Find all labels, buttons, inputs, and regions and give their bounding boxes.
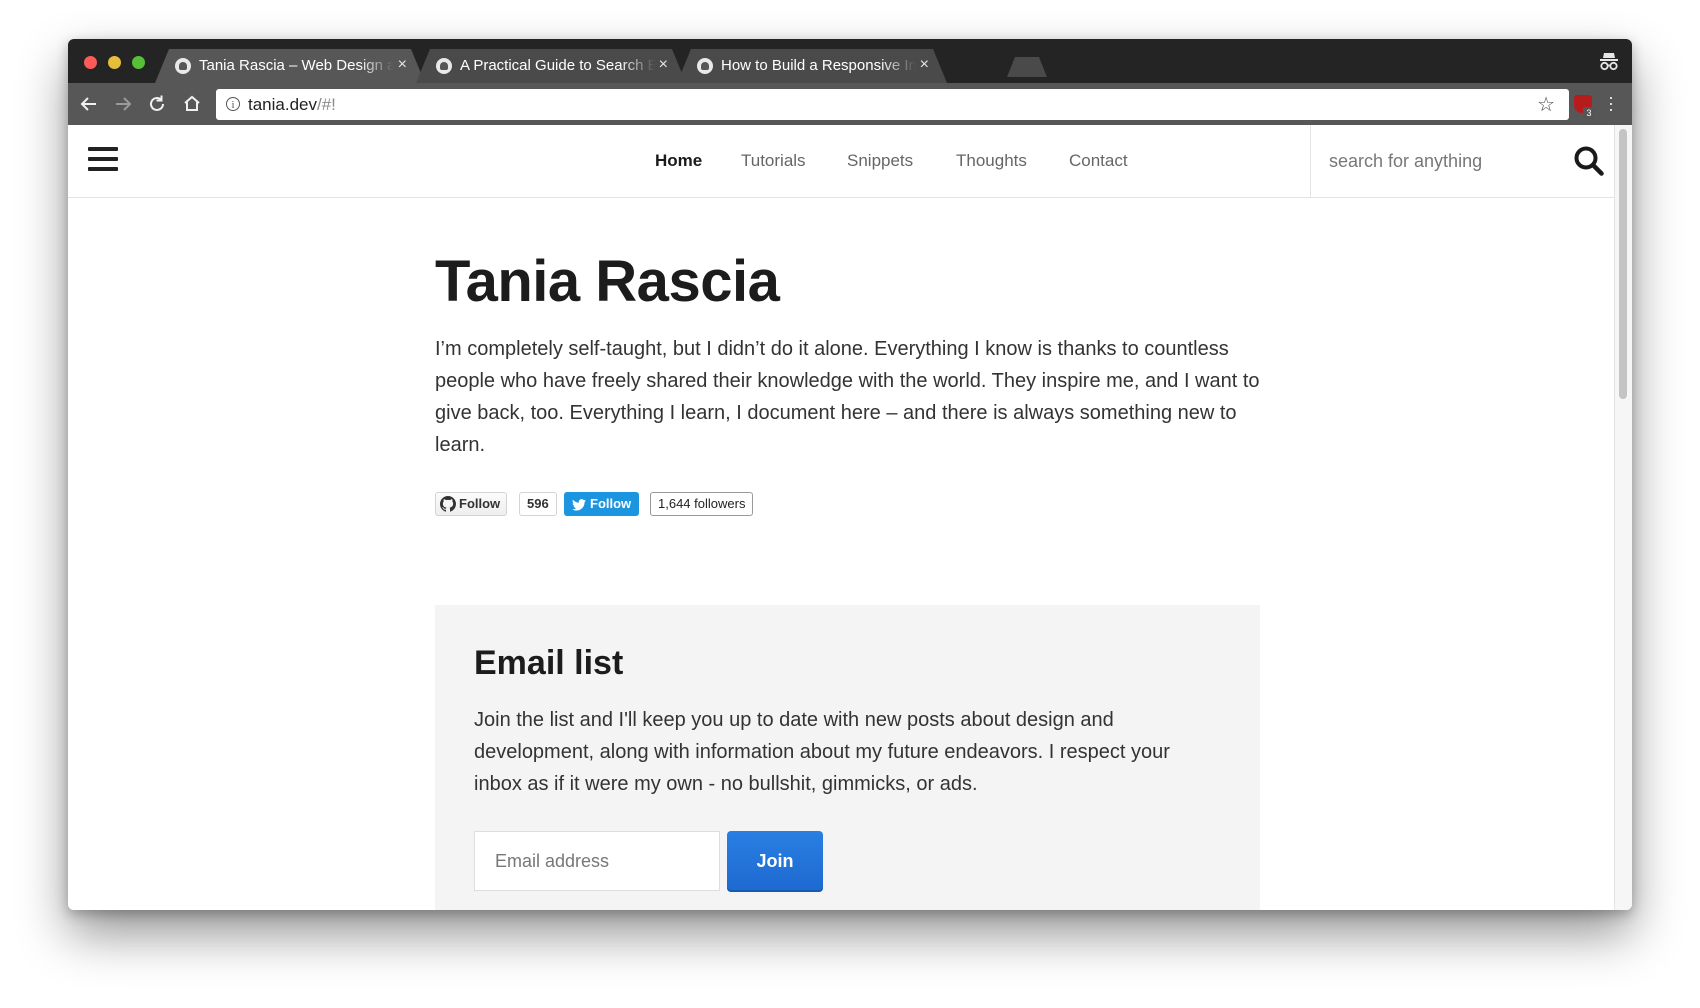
address-bar[interactable]: i tania.dev/#! ☆ [216, 89, 1569, 120]
site-favicon-icon [175, 58, 191, 74]
scrollbar-thumb[interactable] [1619, 129, 1627, 399]
email-list-title: Email list [474, 644, 624, 682]
intro-text: I’m completely self-taught, but I didn’t… [435, 338, 1260, 456]
tab-seo-guide[interactable]: A Practical Guide to Search Engine Optim… [416, 49, 686, 83]
close-window-button[interactable] [84, 56, 97, 69]
tab-title: How to Build a Responsive Image Gallery [721, 57, 916, 74]
browser-menu-icon[interactable]: · · · [1607, 88, 1615, 118]
tab-close-icon[interactable]: × [659, 56, 668, 74]
nav-home[interactable]: Home [655, 151, 702, 171]
back-arrow-icon[interactable] [78, 93, 100, 115]
page-viewport: Home Tutorials Snippets Thoughts Contact… [68, 125, 1632, 910]
twitter-follow-label: Follow [590, 496, 632, 511]
tab-tania-rascia[interactable]: Tania Rascia – Web Design and Developmen… [155, 49, 425, 83]
maximize-window-button[interactable] [132, 56, 145, 69]
search-icon[interactable] [1573, 145, 1605, 177]
nav-contact[interactable]: Contact [1069, 151, 1128, 171]
tab-image-gallery[interactable]: How to Build a Responsive Image Gallery … [677, 49, 947, 83]
join-button[interactable]: Join [727, 831, 823, 892]
email-signup-box: Email list Join the list and I'll keep y… [435, 605, 1260, 910]
home-icon[interactable] [181, 93, 203, 115]
search-area [1310, 125, 1616, 197]
bookmark-star-icon[interactable]: ☆ [1537, 92, 1555, 117]
github-icon [440, 496, 456, 512]
forward-arrow-icon[interactable] [112, 93, 134, 115]
search-input[interactable] [1329, 149, 1549, 173]
github-follower-count[interactable]: 596 [519, 492, 557, 516]
extension-badge: 3 [1583, 107, 1595, 119]
twitter-follow-button[interactable]: Follow [564, 492, 640, 516]
browser-window: Tania Rascia – Web Design and Developmen… [68, 39, 1632, 910]
tab-title: A Practical Guide to Search Engine Optim… [460, 57, 655, 74]
github-follow-label: Follow [459, 496, 501, 511]
nav-tutorials[interactable]: Tutorials [741, 151, 806, 171]
browser-toolbar: i tania.dev/#! ☆ 3 · · · [68, 83, 1632, 125]
email-list-description: Join the list and I'll keep you up to da… [474, 709, 1170, 795]
twitter-bird-icon [572, 499, 586, 511]
nav-snippets[interactable]: Snippets [847, 151, 913, 171]
new-tab-button[interactable] [1007, 57, 1047, 77]
page-scrollbar[interactable] [1614, 125, 1632, 910]
tab-close-icon[interactable]: × [920, 56, 929, 74]
reload-icon[interactable] [146, 93, 168, 115]
tab-close-icon[interactable]: × [398, 56, 407, 74]
url-host: tania.dev [248, 95, 317, 114]
site-header: Home Tutorials Snippets Thoughts Contact [68, 125, 1615, 198]
github-follow-button[interactable]: Follow [435, 492, 508, 516]
url-path: /#! [317, 95, 336, 114]
twitter-follower-count[interactable]: 1,644 followers [650, 492, 754, 516]
incognito-icon[interactable] [1598, 51, 1620, 71]
email-address-input[interactable] [474, 831, 720, 891]
tab-strip: Tania Rascia – Web Design and Developmen… [68, 39, 1632, 83]
site-favicon-icon [436, 58, 452, 74]
page-title: Tania Rascia [435, 249, 780, 314]
minimize-window-button[interactable] [108, 56, 121, 69]
nav-thoughts[interactable]: Thoughts [956, 151, 1027, 171]
url-text[interactable]: tania.dev/#! [248, 95, 336, 115]
info-icon[interactable]: i [226, 97, 240, 111]
tab-title: Tania Rascia – Web Design and Developmen… [199, 57, 394, 74]
site-favicon-icon [697, 58, 713, 74]
